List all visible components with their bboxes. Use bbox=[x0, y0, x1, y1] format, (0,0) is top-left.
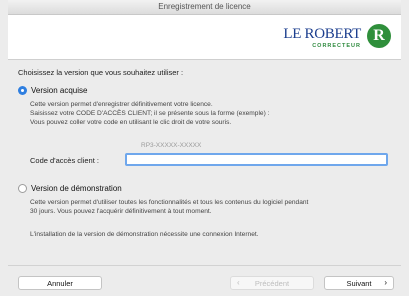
demo-internet-note: L'installation de la version de démonstr… bbox=[30, 231, 259, 238]
radio-version-demonstration[interactable] bbox=[18, 184, 27, 193]
logo-subtitle: CORRECTEUR bbox=[312, 43, 361, 49]
chevron-left-icon: ‹ bbox=[237, 278, 240, 287]
next-button[interactable]: Suivant › bbox=[324, 276, 394, 290]
logo-wordmark: LE ROBERT bbox=[283, 26, 361, 42]
previous-button[interactable]: ‹ Précédent bbox=[230, 276, 314, 290]
window-title: Enregistrement de licence bbox=[8, 0, 401, 15]
code-acces-client-input[interactable] bbox=[125, 153, 388, 166]
option-acquise-label[interactable]: Version acquise bbox=[31, 86, 87, 95]
previous-button-label: Précédent bbox=[254, 279, 290, 288]
next-button-label: Suivant bbox=[346, 279, 372, 288]
option-demo-label[interactable]: Version de démonstration bbox=[31, 184, 122, 193]
choose-version-prompt: Choisissez la version que vous souhaitez… bbox=[18, 68, 184, 77]
license-window: Enregistrement de licence LE ROBERT CORR… bbox=[0, 0, 409, 296]
logo-badge-icon: R bbox=[367, 24, 391, 48]
content-area: Choisissez la version que vous souhaitez… bbox=[8, 60, 401, 264]
radio-version-acquise[interactable] bbox=[18, 86, 27, 95]
demo-desc-line-2: 30 jours. Vous pouvez l'acquérir définit… bbox=[30, 208, 212, 215]
logo-badge-letter: R bbox=[373, 27, 385, 44]
chevron-right-icon: › bbox=[384, 278, 387, 287]
code-format-example: RP3-XXXXX-XXXXX bbox=[141, 142, 202, 149]
header-strip: LE ROBERT CORRECTEUR R bbox=[8, 15, 401, 60]
footer-bar: Annuler ‹ Précédent Suivant › bbox=[8, 265, 401, 296]
cancel-button[interactable]: Annuler bbox=[18, 276, 102, 290]
le-robert-logo: LE ROBERT CORRECTEUR R bbox=[281, 22, 391, 52]
acquise-desc-line-3: Vous pouvez coller votre code en utilisa… bbox=[30, 119, 232, 126]
code-field-label: Code d'accès client : bbox=[30, 156, 99, 165]
